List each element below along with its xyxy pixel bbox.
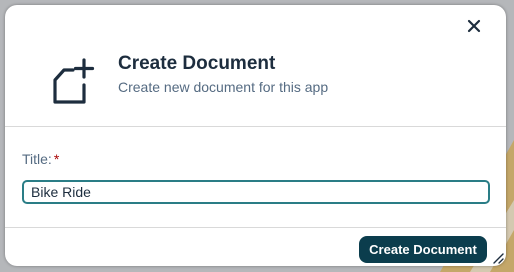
close-icon[interactable] <box>465 17 483 35</box>
new-document-icon <box>53 58 95 104</box>
title-field-label: Title: * <box>22 151 59 167</box>
create-document-dialog: Create Document Create new document for … <box>5 5 506 266</box>
header-divider <box>5 126 506 127</box>
title-label-text: Title: <box>22 151 52 167</box>
dialog-title: Create Document <box>118 53 276 74</box>
title-input[interactable] <box>22 180 490 204</box>
dialog-subtitle: Create new document for this app <box>118 79 329 95</box>
resize-handle-icon[interactable] <box>492 252 504 264</box>
required-marker: * <box>53 151 60 167</box>
footer-divider <box>5 227 506 228</box>
create-document-button[interactable]: Create Document <box>359 236 487 263</box>
